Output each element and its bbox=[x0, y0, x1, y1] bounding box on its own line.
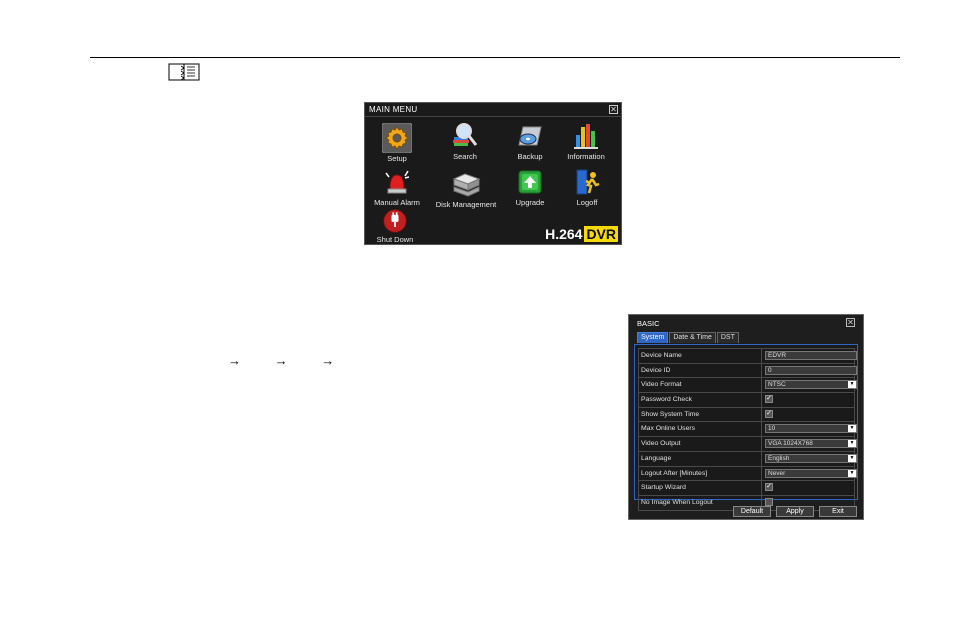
setting-row-startup-wizard: Startup Wizard ✓ bbox=[638, 480, 855, 495]
main-menu-title: MAIN MENU bbox=[369, 105, 418, 114]
chevron-down-icon[interactable]: ▼ bbox=[848, 381, 856, 389]
upgrade-arrow-icon bbox=[518, 170, 542, 194]
menu-item-information[interactable]: Information bbox=[563, 121, 609, 161]
menu-item-label: Logoff bbox=[576, 198, 598, 207]
alarm-siren-icon bbox=[385, 170, 410, 194]
logo-dvr: DVR bbox=[584, 226, 618, 242]
title-divider bbox=[365, 116, 621, 117]
show-system-time-checkbox[interactable]: ✓ bbox=[765, 409, 773, 418]
menu-item-label: Manual Alarm bbox=[374, 198, 420, 207]
no-image-when-logout-checkbox[interactable] bbox=[765, 497, 773, 506]
setting-row-show-system-time: Show System Time ✓ bbox=[638, 406, 855, 422]
arrow-3: → bbox=[321, 353, 335, 368]
setting-row-video-output: Video Output VGA 1024X768 ▼ bbox=[638, 436, 857, 451]
main-menu-window: MAIN MENU ✕ Setup Search Backup Informat… bbox=[364, 102, 622, 245]
menu-item-label: Backup bbox=[517, 152, 543, 161]
device-name-input[interactable]: EDVR bbox=[765, 351, 857, 360]
setting-label: Language bbox=[638, 451, 762, 466]
setting-row-logout-after: Logout After [Minutes] Never ▼ bbox=[638, 465, 857, 481]
gear-icon bbox=[382, 123, 412, 153]
setting-row-password-check: Password Check ✓ bbox=[638, 392, 855, 407]
chevron-down-icon[interactable]: ▼ bbox=[848, 440, 856, 448]
disc-backup-icon bbox=[518, 126, 542, 146]
max-online-users-select[interactable]: 10 ▼ bbox=[765, 424, 857, 434]
menu-item-label: Information bbox=[567, 152, 605, 161]
dialog-title: BASIC bbox=[637, 319, 660, 328]
book-note-icon bbox=[168, 63, 200, 81]
setting-row-video-format: Video Format NTSC ▼ bbox=[638, 377, 857, 393]
navigation-path-arrows: → → → bbox=[228, 353, 364, 368]
select-value: Never bbox=[768, 469, 786, 477]
setting-label: Show System Time bbox=[638, 407, 762, 422]
menu-item-label: Disk Management bbox=[435, 200, 497, 209]
exit-button[interactable]: Exit bbox=[819, 506, 857, 517]
select-value: NTSC bbox=[768, 381, 786, 389]
setting-label: Device ID bbox=[638, 363, 762, 378]
setting-label: Startup Wizard bbox=[638, 481, 762, 495]
close-icon[interactable]: ✕ bbox=[846, 318, 855, 327]
logoff-person-icon bbox=[576, 169, 600, 195]
setting-row-language: Language English ▼ bbox=[638, 450, 857, 466]
menu-item-label: Shut Down bbox=[376, 235, 414, 244]
arrow-1: → bbox=[228, 353, 241, 368]
arrow-2: → bbox=[274, 353, 288, 368]
language-select[interactable]: English ▼ bbox=[765, 453, 857, 463]
select-value: VGA 1024X768 bbox=[768, 440, 813, 448]
tab-system[interactable]: System bbox=[637, 332, 669, 343]
bar-chart-icon bbox=[574, 124, 598, 149]
menu-item-search[interactable]: Search bbox=[445, 121, 485, 161]
basic-settings-dialog: BASIC ✕ System Date & Time DST Device Na… bbox=[628, 314, 864, 520]
menu-item-logoff[interactable]: Logoff bbox=[567, 167, 607, 207]
product-logo: H.264 DVR bbox=[545, 226, 618, 242]
menu-item-setup[interactable]: Setup bbox=[377, 123, 417, 163]
setting-label: Video Output bbox=[638, 437, 762, 451]
magnifier-icon bbox=[453, 123, 478, 146]
menu-item-label: Setup bbox=[387, 154, 407, 163]
chevron-down-icon[interactable]: ▼ bbox=[848, 425, 856, 433]
setting-row-device-id: Device ID 0 bbox=[638, 362, 857, 378]
system-settings-panel: Device Name EDVR Device ID 0 Video Forma… bbox=[634, 344, 858, 511]
device-id-input[interactable]: 0 bbox=[765, 365, 857, 375]
hard-disk-icon bbox=[452, 173, 481, 197]
video-format-select[interactable]: NTSC ▼ bbox=[765, 380, 857, 390]
menu-item-backup[interactable]: Backup bbox=[510, 121, 550, 161]
setting-row-max-online-users: Max Online Users 10 ▼ bbox=[638, 421, 857, 437]
tab-bar: System Date & Time DST bbox=[637, 332, 740, 343]
video-output-select[interactable]: VGA 1024X768 ▼ bbox=[765, 439, 857, 449]
menu-item-upgrade[interactable]: Upgrade bbox=[510, 167, 550, 207]
close-icon[interactable]: ✕ bbox=[609, 105, 618, 114]
setting-label: Video Format bbox=[638, 378, 762, 393]
select-value: 10 bbox=[768, 425, 776, 433]
default-button[interactable]: Default bbox=[733, 506, 771, 517]
power-plug-icon bbox=[383, 209, 407, 233]
tab-date-time[interactable]: Date & Time bbox=[669, 332, 716, 343]
menu-item-shut-down[interactable]: Shut Down bbox=[373, 208, 417, 244]
apply-button[interactable]: Apply bbox=[776, 506, 814, 517]
page-header-rule bbox=[90, 57, 900, 58]
logo-h264: H.264 bbox=[545, 226, 583, 242]
chevron-down-icon[interactable]: ▼ bbox=[848, 469, 856, 477]
setting-label: Password Check bbox=[638, 393, 762, 407]
menu-item-manual-alarm[interactable]: Manual Alarm bbox=[370, 167, 424, 207]
setting-row-device-name: Device Name EDVR bbox=[638, 348, 857, 363]
tab-dst[interactable]: DST bbox=[716, 332, 739, 343]
setting-label: Max Online Users bbox=[638, 422, 762, 437]
menu-item-disk-management[interactable]: Disk Management bbox=[431, 169, 501, 209]
menu-item-label: Search bbox=[453, 152, 477, 161]
select-value: English bbox=[768, 454, 790, 462]
startup-wizard-checkbox[interactable]: ✓ bbox=[765, 483, 773, 492]
setting-label: Device Name bbox=[638, 349, 762, 363]
setting-label: Logout After [Minutes] bbox=[638, 466, 762, 481]
chevron-down-icon[interactable]: ▼ bbox=[848, 454, 856, 462]
menu-item-label: Upgrade bbox=[515, 198, 545, 207]
password-check-checkbox[interactable]: ✓ bbox=[765, 395, 773, 404]
logout-after-select[interactable]: Never ▼ bbox=[765, 468, 857, 478]
dialog-button-bar: Default Apply Exit bbox=[728, 506, 857, 517]
